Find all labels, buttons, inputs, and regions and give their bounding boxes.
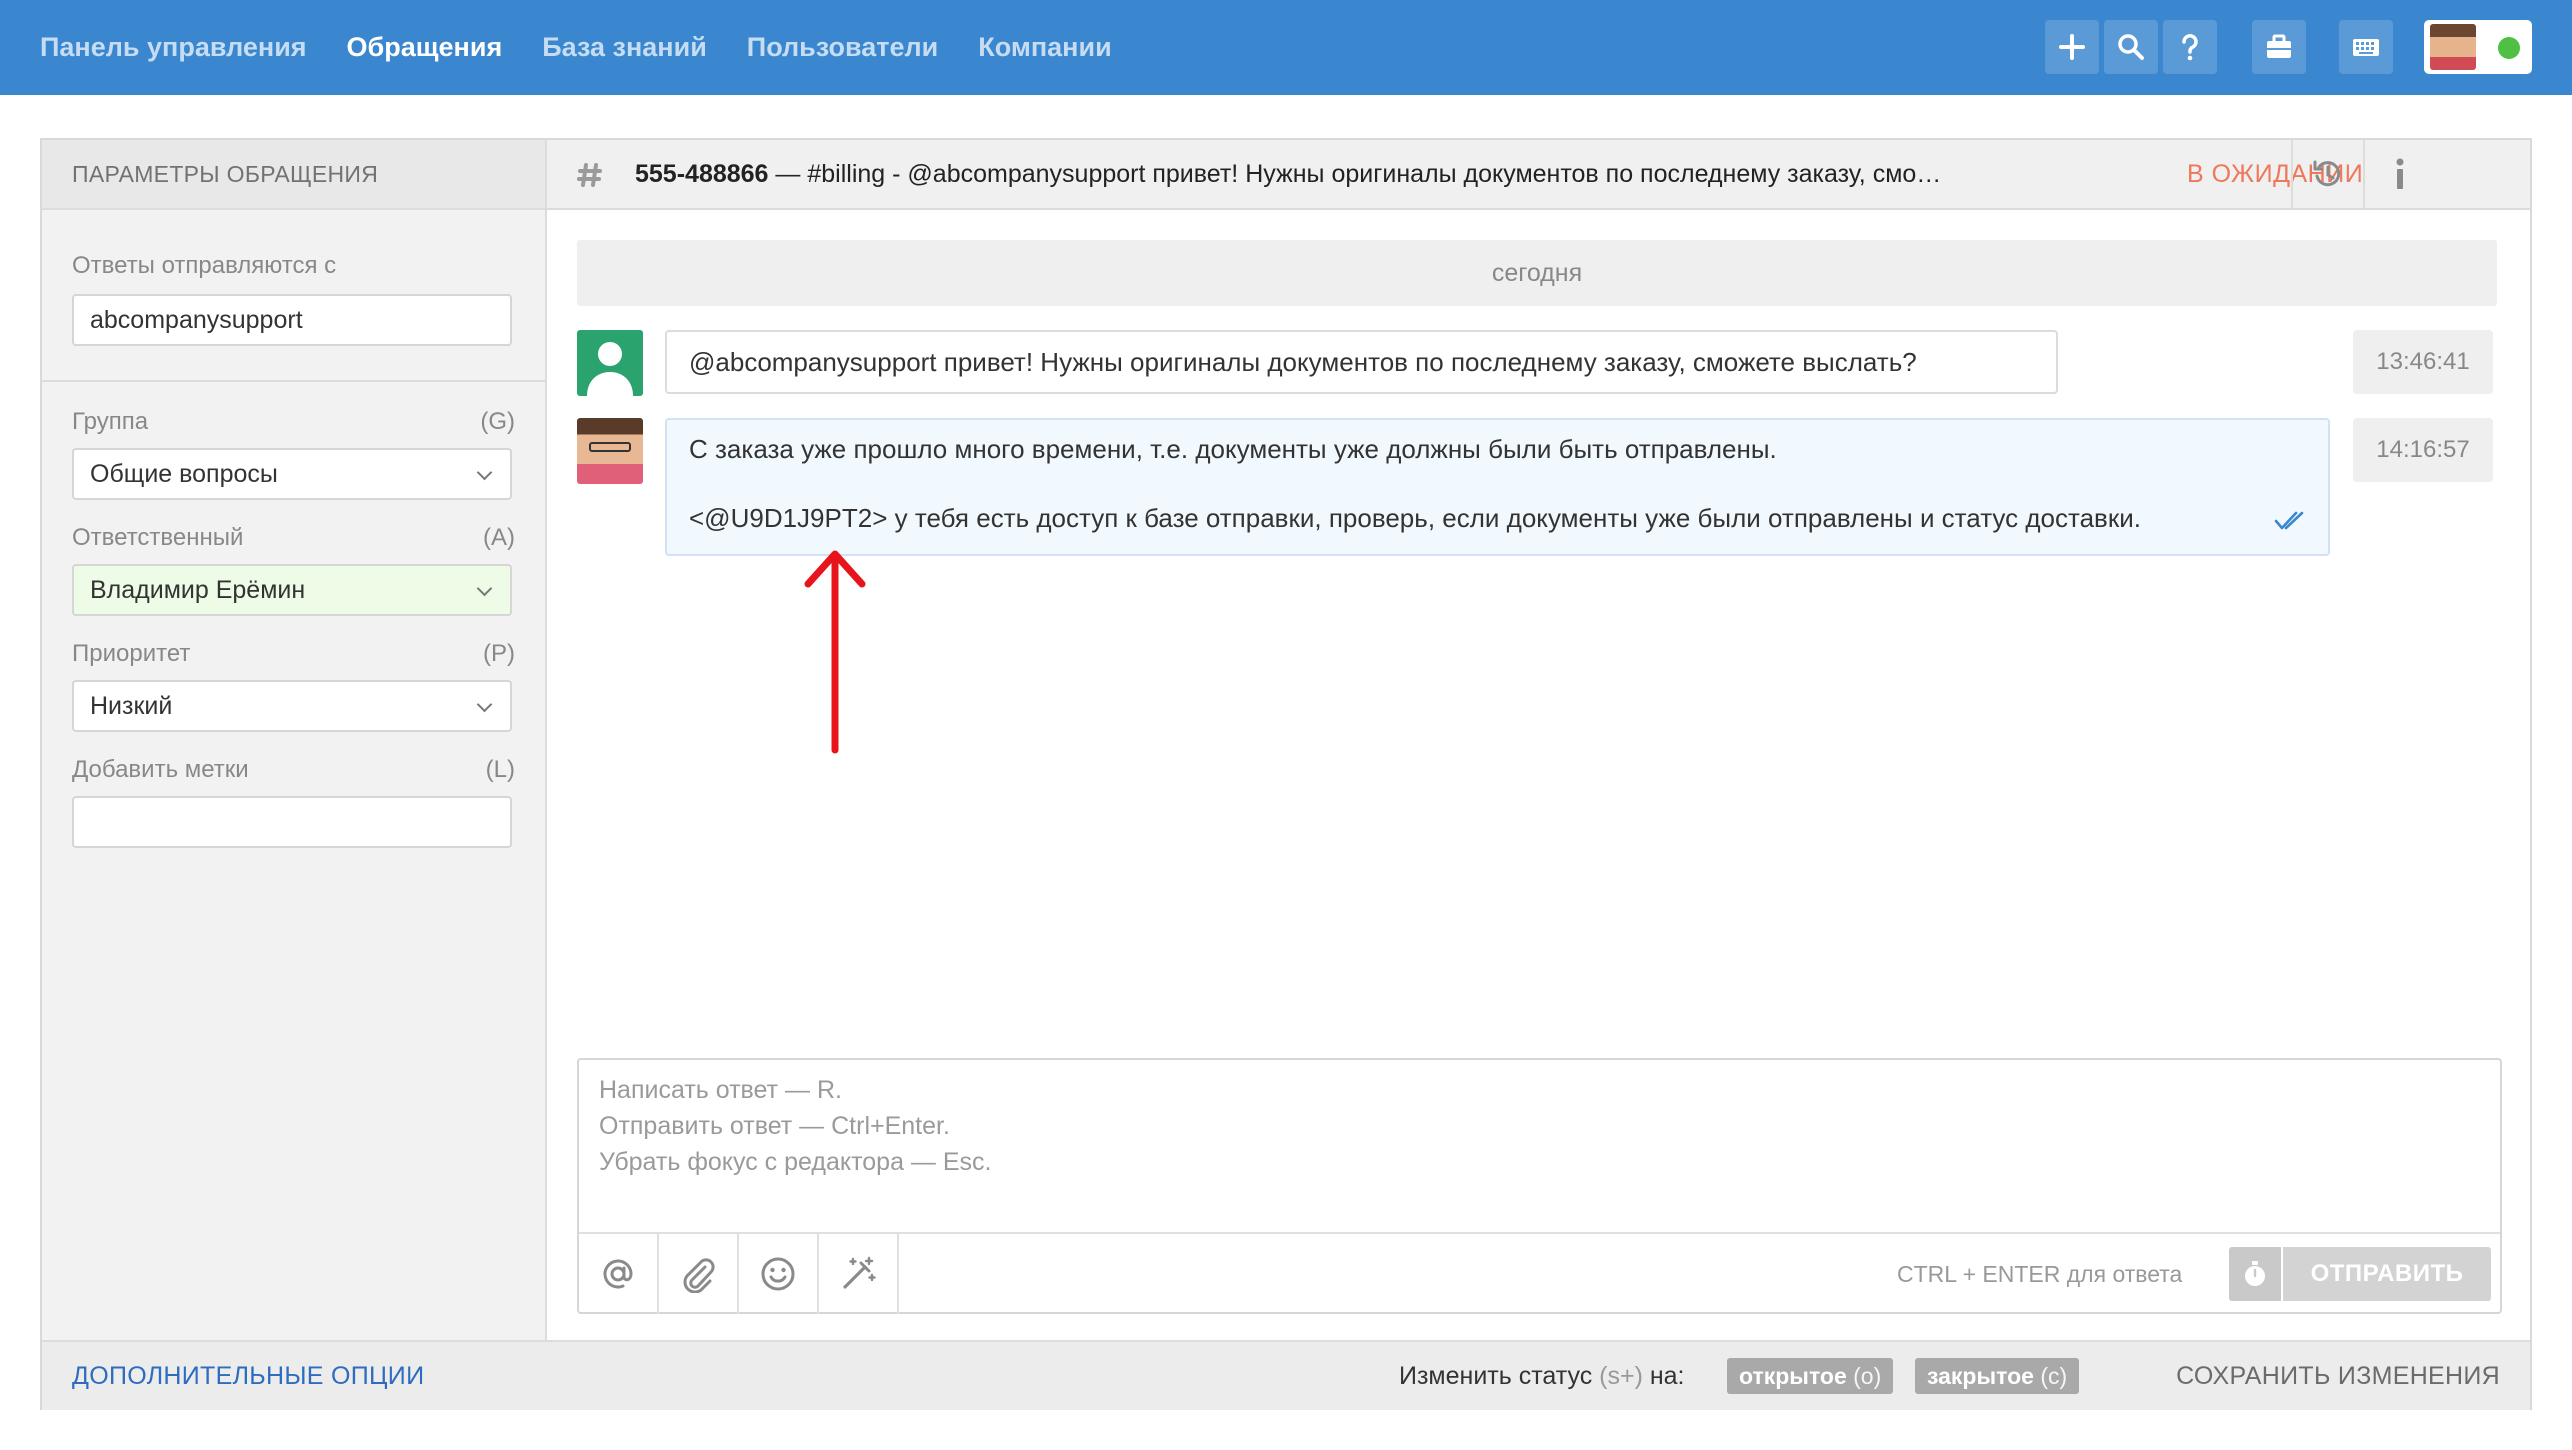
info-button[interactable]: [2363, 140, 2435, 208]
editor-placeholder: Написать ответ — R. Отправить ответ — Ct…: [599, 1072, 992, 1180]
mention-button[interactable]: [579, 1234, 659, 1314]
online-status-indicator: [2498, 37, 2520, 59]
sidebar-divider: [42, 380, 545, 382]
message-text: С заказа уже прошло много времени, т.е. …: [689, 434, 1777, 464]
emoji-button[interactable]: [739, 1234, 819, 1314]
group-select[interactable]: Общие вопросы: [72, 448, 512, 500]
search-icon: [2118, 34, 2144, 60]
change-status-label: Изменить статус (s+) на:: [1399, 1342, 1685, 1410]
customer-avatar: [577, 330, 643, 396]
assignee-select[interactable]: Владимир Ерёмин: [72, 564, 512, 616]
status-closed-shortcut: (c): [2040, 1363, 2068, 1389]
tags-shortcut: (L): [485, 756, 515, 783]
save-changes-button[interactable]: СОХРАНИТЬ ИЗМЕНЕНИЯ: [2176, 1342, 2500, 1410]
keyboard-shortcuts-button[interactable]: [2339, 20, 2393, 74]
assignee-shortcut: (A): [483, 524, 515, 551]
tags-input[interactable]: [72, 796, 512, 848]
status-closed-label: закрытое: [1927, 1363, 2034, 1389]
send-button[interactable]: ОТПРАВИТЬ: [2283, 1247, 2491, 1301]
help-button[interactable]: [2163, 20, 2217, 74]
message-time: 14:16:57: [2353, 418, 2493, 482]
more-options-link[interactable]: ДОПОЛНИТЕЛЬНЫЕ ОПЦИИ: [72, 1342, 424, 1410]
agent-message-bubble: С заказа уже прошло много времени, т.е. …: [665, 418, 2330, 556]
ticket-header: 555-488866 — #billing - @abcompanysuppor…: [547, 140, 2530, 210]
placeholder-line: Написать ответ — R.: [599, 1076, 842, 1104]
double-check-icon: [2274, 511, 2304, 530]
nav-item-users[interactable]: Пользователи: [747, 32, 938, 63]
ticket-title: 555-488866 — #billing - @abcompanysuppor…: [635, 140, 2035, 208]
top-navigation-bar: Панель управления Обращения База знаний …: [0, 0, 2572, 95]
ticket-id: 555-488866: [635, 160, 769, 188]
change-status-shortcut: (s+): [1599, 1362, 1643, 1390]
placeholder-line: Убрать фокус с редактора — Esc.: [599, 1148, 992, 1176]
mention-icon: [603, 1259, 633, 1289]
nav-item-companies[interactable]: Компании: [978, 32, 1111, 63]
keyboard-icon: [2353, 39, 2379, 56]
user-avatar: [2430, 24, 2476, 70]
briefcase-icon: [2267, 34, 2291, 58]
user-silhouette-icon: [587, 342, 633, 396]
stopwatch-icon: [2245, 1261, 2265, 1286]
slack-icon: [577, 163, 602, 187]
nav-item-knowledge-base[interactable]: База знаний: [542, 32, 707, 63]
ticket-parameters-sidebar: ПАРАМЕТРЫ ОБРАЩЕНИЯ Ответы отправляются …: [42, 140, 547, 1340]
ticket-subject: — #billing - @abcompanysupport привет! Н…: [768, 160, 1942, 188]
priority-select[interactable]: Низкий: [72, 680, 512, 732]
tags-label: Добавить метки: [72, 756, 249, 783]
nav-item-tickets[interactable]: Обращения: [347, 32, 503, 63]
date-separator: сегодня: [577, 240, 2497, 306]
sidebar-title: ПАРАМЕТРЫ ОБРАЩЕНИЯ: [42, 140, 545, 210]
scheduled-send-button[interactable]: [2229, 1247, 2281, 1301]
plus-icon: [2059, 34, 2085, 60]
change-status-prefix: Изменить статус: [1399, 1362, 1600, 1390]
attach-button[interactable]: [659, 1234, 739, 1314]
briefcase-button[interactable]: [2252, 20, 2306, 74]
reply-from-label: Ответы отправляются с: [72, 252, 337, 279]
status-open-button[interactable]: открытое (o): [1727, 1358, 1894, 1394]
history-icon: [2313, 160, 2341, 187]
search-button[interactable]: [2104, 20, 2158, 74]
ticket-footer: ДОПОЛНИТЕЛЬНЫЕ ОПЦИИ Изменить статус (s+…: [42, 1340, 2530, 1410]
message-bubble: @abcompanysupport привет! Нужны оригинал…: [665, 330, 2058, 394]
priority-shortcut: (P): [483, 640, 515, 667]
group-shortcut: (G): [480, 408, 515, 435]
editor-toolbar: CTRL + ENTER для ответа ОТПРАВИТЬ: [579, 1232, 2500, 1314]
group-label: Группа: [72, 408, 149, 435]
reply-editor[interactable]: Написать ответ — R. Отправить ответ — Ct…: [577, 1058, 2502, 1314]
magic-wand-icon: [843, 1256, 876, 1289]
glasses: [589, 442, 631, 452]
message-text-mention: <@U9D1J9PT2> у тебя есть доступ к базе о…: [689, 503, 2141, 533]
assignee-label: Ответственный: [72, 524, 244, 551]
paperclip-icon: [683, 1258, 715, 1293]
message-text: @abcompanysupport привет! Нужны оригинал…: [689, 347, 1917, 377]
placeholder-line: Отправить ответ — Ctrl+Enter.: [599, 1112, 950, 1140]
status-closed-button[interactable]: закрытое (c): [1915, 1358, 2080, 1394]
emoji-icon: [761, 1257, 795, 1291]
annotation-arrow-icon: [804, 550, 866, 754]
nav-item-dashboard[interactable]: Панель управления: [40, 32, 307, 63]
ticket-panel: ПАРАМЕТРЫ ОБРАЩЕНИЯ Ответы отправляются …: [40, 138, 2532, 1410]
info-icon: [2396, 158, 2404, 189]
agent-avatar: [577, 418, 643, 484]
priority-label: Приоритет: [72, 640, 191, 667]
main-nav: Панель управления Обращения База знаний …: [40, 0, 1152, 95]
message-time: 13:46:41: [2353, 330, 2493, 394]
help-icon: [2182, 34, 2198, 61]
reply-from-field[interactable]: abcompanysupport: [72, 294, 512, 346]
status-open-label: открытое: [1739, 1363, 1847, 1389]
change-status-suffix: на:: [1642, 1362, 1685, 1390]
send-shortcut-hint: CTRL + ENTER для ответа: [1897, 1261, 2183, 1287]
history-button[interactable]: [2291, 140, 2363, 208]
magic-wand-button[interactable]: [819, 1234, 899, 1314]
add-button[interactable]: [2045, 20, 2099, 74]
status-open-shortcut: (o): [1853, 1363, 1882, 1389]
user-menu[interactable]: [2424, 20, 2532, 74]
